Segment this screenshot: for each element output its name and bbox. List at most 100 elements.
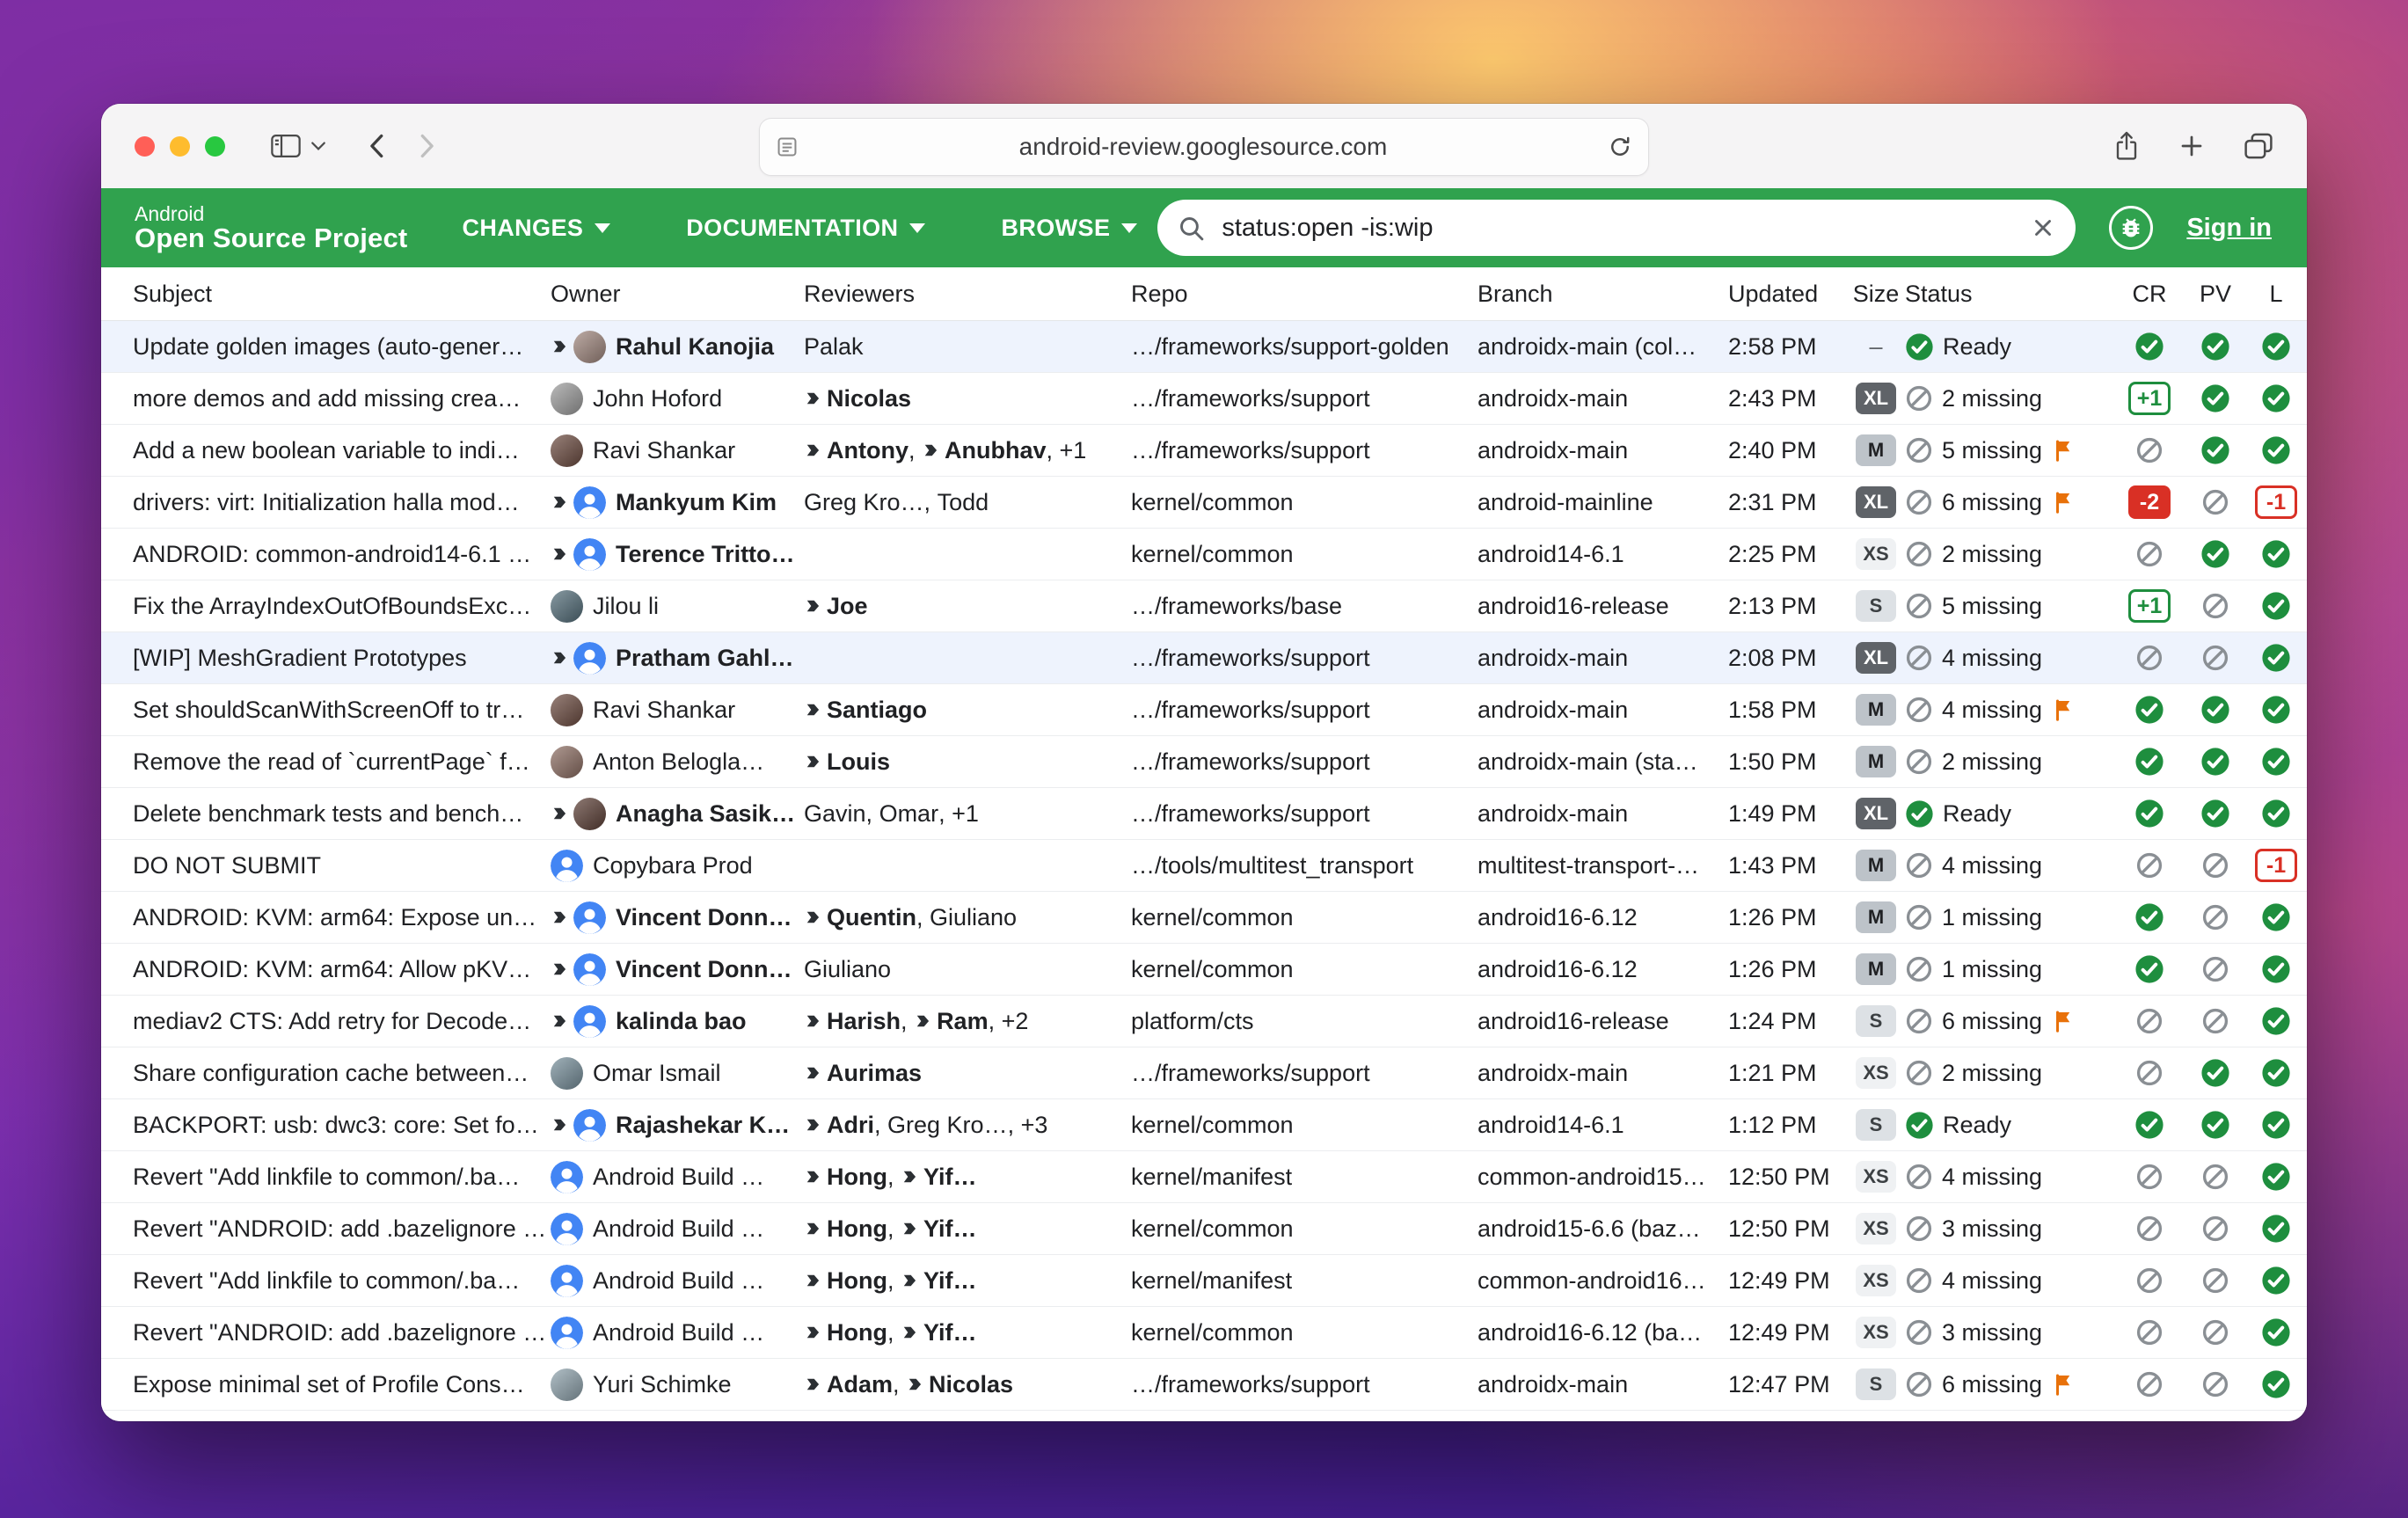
search-input[interactable] [1220,213,2030,244]
change-row[interactable]: DO NOT SUBMIT Copybara Prod …/tools/multit… [101,840,2307,892]
reviewer-name[interactable]: Nicolas [929,1371,1013,1398]
subject-cell[interactable]: Expose minimal set of Profile Cons… [133,1371,551,1398]
reviewer-name[interactable]: Hong [827,1267,887,1295]
repo-cell[interactable]: …/frameworks/support [1131,1371,1478,1398]
branch-cell[interactable]: android16-6.12 (ba… [1478,1319,1728,1346]
address-bar[interactable]: android-review.googlesource.com [759,118,1649,176]
change-subject[interactable]: ANDROID: KVM: arm64: Expose un… [133,904,536,931]
owner-cell[interactable]: Rahul Kanojia [551,331,804,363]
owner-cell[interactable]: Android Build … [551,1265,804,1297]
reviewer-name[interactable]: Palak [804,333,864,361]
branch-cell[interactable]: android16-6.12 [1478,904,1728,931]
branch-cell[interactable]: androidx-main (sta… [1478,748,1728,776]
branch-cell[interactable]: android15-6.6 (baz… [1478,1215,1728,1243]
repo-cell[interactable]: kernel/manifest [1131,1267,1478,1295]
reviewer-name[interactable]: Todd [938,489,989,516]
branch-cell[interactable]: android14-6.1 [1478,541,1728,568]
branch-cell[interactable]: android16-release [1478,593,1728,620]
change-subject[interactable]: Delete benchmark tests and bench… [133,800,523,828]
subject-cell[interactable]: more demos and add missing crea… [133,385,551,412]
change-row[interactable]: Share configuration cache between…Omar I… [101,1047,2307,1099]
subject-cell[interactable]: Share configuration cache between… [133,1060,551,1087]
repo-cell[interactable]: kernel/common [1131,1215,1478,1243]
report-bug-icon[interactable] [2109,206,2153,250]
subject-cell[interactable]: ANDROID: KVM: arm64: Allow pKV… [133,956,551,983]
change-subject[interactable]: Fix the ArrayIndexOutOfBoundsExc… [133,593,531,620]
reviewer-name[interactable]: +2 [1002,1008,1029,1035]
clear-search-icon[interactable] [2030,215,2056,241]
change-subject[interactable]: Expose minimal set of Profile Cons… [133,1371,525,1398]
subject-cell[interactable]: Revert "Add linkfile to common/.ba… [133,1164,551,1191]
owner-cell[interactable]: Pratham Gahl… [551,642,804,675]
owner-cell[interactable]: Rajashekar K… [551,1109,804,1142]
change-subject[interactable]: Set shouldScanWithScreenOff to tr… [133,697,524,724]
change-row[interactable]: Revert "Add linkfile to common/.ba… Andro… [101,1255,2307,1307]
owner-cell[interactable]: Mankyum Kim [551,486,804,519]
reviewer-name[interactable]: Giuliano [804,956,891,983]
reviewer-name[interactable]: Quentin [827,904,916,931]
change-subject[interactable]: DO NOT SUBMIT [133,852,321,879]
repo-cell[interactable]: platform/cts [1131,1008,1478,1035]
owner-cell[interactable]: Terence Tritto… [551,538,804,571]
branch-cell[interactable]: android-mainline [1478,489,1728,516]
change-row[interactable]: ANDROID: KVM: arm64: Allow pKV…Vincent D… [101,944,2307,996]
repo-cell[interactable]: kernel/common [1131,1319,1478,1346]
reviewer-name[interactable]: +1 [1060,437,1087,464]
reviewer-name[interactable]: Hong [827,1319,887,1346]
change-row[interactable]: BACKPORT: usb: dwc3: core: Set fo…Rajash… [101,1099,2307,1151]
reviewer-name[interactable]: Greg Kro… [804,489,924,516]
forward-button[interactable] [420,134,435,158]
change-row[interactable]: more demos and add missing crea…John Hof… [101,373,2307,425]
owner-cell[interactable]: Android Build … [551,1213,804,1245]
branch-cell[interactable]: android16-release [1478,1008,1728,1035]
change-subject[interactable]: Revert "Add linkfile to common/.ba… [133,1164,520,1191]
owner-cell[interactable]: John Hoford [551,383,804,415]
reviewer-name[interactable]: Joe [827,593,868,620]
repo-cell[interactable]: …/frameworks/support [1131,1060,1478,1087]
subject-cell[interactable]: BACKPORT: usb: dwc3: core: Set fo… [133,1112,551,1139]
nav-browse[interactable]: BROWSE [1001,215,1137,242]
reviewer-name[interactable]: Aurimas [827,1060,922,1087]
owner-cell[interactable]: Vincent Donn… [551,901,804,934]
change-subject[interactable]: Revert "Add linkfile to common/.ba… [133,1267,520,1295]
change-subject[interactable]: Add a new boolean variable to indi… [133,437,520,464]
change-row[interactable]: Revert "ANDROID: add .bazelignore …Andro… [101,1203,2307,1255]
subject-cell[interactable]: Update golden images (auto-gener… [133,333,551,361]
subject-cell[interactable]: Revert "ANDROID: add .bazelignore … [133,1215,551,1243]
owner-cell[interactable]: Copybara Prod [551,850,804,882]
owner-cell[interactable]: Jilou li [551,590,804,623]
subject-cell[interactable]: Set shouldScanWithScreenOff to tr… [133,697,551,724]
reviewer-name[interactable]: Louis [827,748,890,776]
change-row[interactable]: Set shouldScanWithScreenOff to tr… Ravi S… [101,684,2307,736]
reviewer-name[interactable]: Yif… [923,1164,977,1191]
change-row[interactable]: Fix the ArrayIndexOutOfBoundsExc… Jilou l… [101,580,2307,632]
change-row[interactable]: mediav2 CTS: Add retry for Decode…kalind… [101,996,2307,1047]
subject-cell[interactable]: Remove the read of `currentPage` f… [133,748,551,776]
owner-cell[interactable]: Yuri Schimke [551,1368,804,1401]
owner-cell[interactable]: Ravi Shankar [551,694,804,726]
change-row[interactable]: [WIP] MeshGradient PrototypesPratham Gah… [101,632,2307,684]
reviewer-name[interactable]: Yif… [923,1319,977,1346]
reload-icon[interactable] [1608,135,1632,159]
change-row[interactable]: Add a new boolean variable to indi…Ravi … [101,425,2307,477]
subject-cell[interactable]: drivers: virt: Initialization halla mod… [133,489,551,516]
repo-cell[interactable]: kernel/common [1131,904,1478,931]
tab-overview-icon[interactable] [2244,132,2273,160]
reviewer-name[interactable]: Anubhav [945,437,1047,464]
reviewer-name[interactable]: Gavin [804,800,866,828]
owner-cell[interactable]: kalinda bao [551,1005,804,1038]
reviewer-name[interactable]: Harish [827,1008,901,1035]
reviewer-name[interactable]: Omar [879,800,939,828]
change-row[interactable]: Revert "Add linkfile to common/.ba…Andro… [101,1151,2307,1203]
change-row[interactable]: Remove the read of `currentPage` f…Anton… [101,736,2307,788]
back-button[interactable] [368,134,384,158]
change-subject[interactable]: Update golden images (auto-gener… [133,333,523,361]
reviewer-name[interactable]: Nicolas [827,385,911,412]
reviewer-name[interactable]: Ram [937,1008,989,1035]
branch-cell[interactable]: androidx-main [1478,1060,1728,1087]
page-settings-icon[interactable] [776,135,799,158]
change-subject[interactable]: ANDROID: common-android14-6.1 … [133,541,531,568]
reviewer-name[interactable]: Hong [827,1215,887,1243]
repo-cell[interactable]: …/tools/multitest_transport [1131,852,1478,879]
owner-cell[interactable]: Android Build … [551,1317,804,1349]
